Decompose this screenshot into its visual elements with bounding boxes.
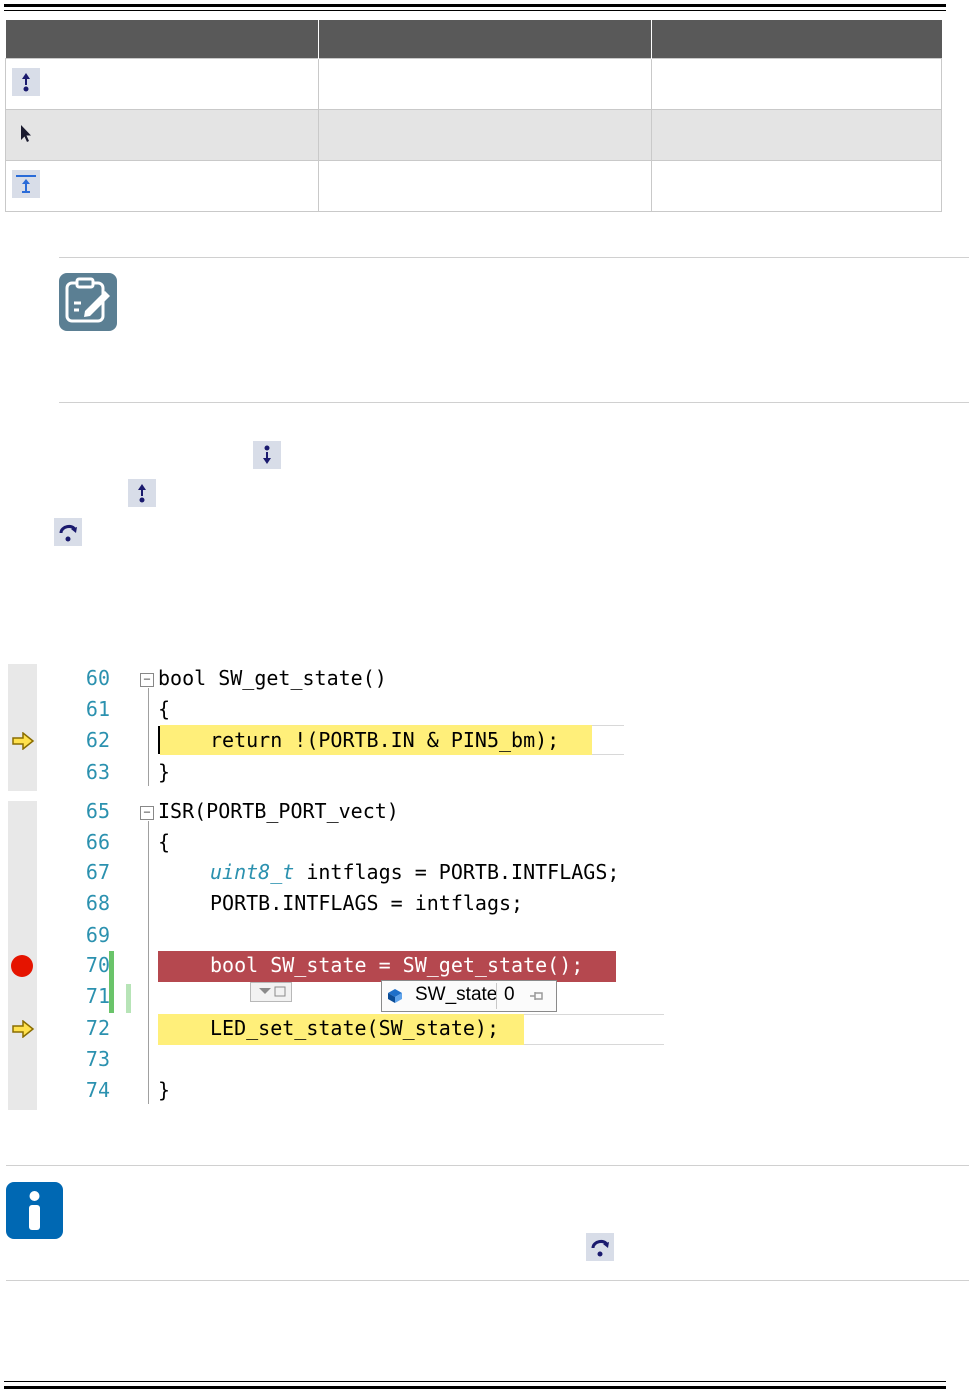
table-header-row (5, 20, 942, 59)
line-number: 65 (85, 799, 110, 823)
datatip[interactable]: SW_state 0 (381, 980, 557, 1012)
code-line: uint8_t intflags = PORTB.INTFLAGS; (210, 860, 619, 884)
line-number: 71 (85, 984, 110, 1008)
table-cell-icon (5, 109, 319, 161)
line-number: 68 (85, 891, 110, 915)
table-header-cell (5, 20, 319, 59)
table-row (5, 109, 942, 161)
info-bottom-divider (6, 1280, 969, 1281)
table-cell-icon (5, 58, 319, 110)
line-number: 66 (85, 830, 110, 854)
table-cell (318, 109, 652, 161)
footer-rule-thin (4, 1381, 946, 1382)
highlight-edge (592, 725, 624, 726)
info-top-divider (6, 1165, 969, 1166)
change-tracking-bar (109, 951, 114, 1013)
type-keyword: uint8_t (210, 860, 295, 884)
collapse-toggle[interactable]: − (140, 806, 154, 820)
line-number: 73 (85, 1047, 110, 1071)
note-top-divider (59, 257, 969, 258)
table-row (5, 160, 942, 212)
code-line: return !(PORTB.IN & PIN5_bm); (210, 728, 560, 752)
change-tracking-bar (126, 984, 131, 1013)
highlight-edge (524, 1044, 664, 1045)
highlight-edge (524, 1014, 664, 1015)
step-into-icon[interactable] (253, 441, 281, 469)
run-to-cursor-icon[interactable] (12, 119, 40, 147)
table-cell (651, 160, 942, 212)
step-over-icon[interactable] (54, 518, 82, 546)
code-line: } (158, 760, 171, 784)
table-row (5, 58, 942, 110)
table-cell (651, 58, 942, 110)
fold-guide (148, 688, 149, 786)
smart-tag-icon[interactable] (250, 982, 292, 1002)
code-line: LED_set_state(SW_state); (210, 1016, 499, 1040)
table-cell (651, 109, 942, 161)
step-over-icon[interactable] (586, 1233, 614, 1261)
table-header-cell (318, 20, 652, 59)
code-line: } (158, 1078, 171, 1102)
line-number: 69 (85, 923, 110, 947)
execution-pointer-icon (12, 1020, 35, 1038)
line-number: 62 (85, 728, 110, 752)
code-line: { (158, 697, 171, 721)
line-number: 60 (85, 666, 110, 690)
code-line: bool SW_get_state() (158, 666, 387, 690)
code-line: { (158, 830, 171, 854)
collapse-toggle[interactable]: − (140, 673, 154, 687)
datatip-separator (496, 983, 497, 1009)
pin-icon[interactable] (528, 989, 546, 1003)
fold-guide (148, 821, 149, 1104)
datatip-value[interactable]: 0 (504, 984, 515, 1006)
debug-commands-table (5, 20, 942, 212)
line-number: 74 (85, 1078, 110, 1102)
note-bottom-divider (59, 402, 969, 403)
line-number: 61 (85, 697, 110, 721)
header-rule-thick (4, 4, 946, 7)
info-icon (6, 1182, 63, 1239)
breakpoint-icon[interactable] (11, 955, 33, 977)
code-line: PORTB.INTFLAGS = intflags; (210, 891, 524, 915)
editor-margin (8, 664, 37, 791)
text-cursor (158, 726, 160, 754)
table-cell-icon (5, 160, 319, 212)
header-rule-thin (4, 10, 946, 11)
variable-icon (388, 989, 402, 1003)
step-out-icon[interactable] (128, 479, 156, 507)
code-line: bool SW_state = SW_get_state(); (210, 953, 584, 977)
line-number: 70 (85, 953, 110, 977)
table-header-cell (651, 20, 942, 59)
line-number: 72 (85, 1016, 110, 1040)
table-cell (318, 160, 652, 212)
code-line: ISR(PORTB_PORT_vect) (158, 799, 399, 823)
execution-pointer-icon (12, 732, 35, 750)
line-number: 63 (85, 760, 110, 784)
step-out-icon[interactable] (12, 68, 40, 96)
footer-rule-thick (4, 1386, 946, 1389)
code-text: intflags = PORTB.INTFLAGS; (294, 860, 620, 884)
table-cell (318, 58, 652, 110)
note-icon (59, 273, 117, 331)
datatip-variable-name: SW_state (415, 984, 498, 1005)
highlight-edge (592, 754, 624, 755)
reset-icon[interactable] (12, 170, 40, 198)
line-number: 67 (85, 860, 110, 884)
